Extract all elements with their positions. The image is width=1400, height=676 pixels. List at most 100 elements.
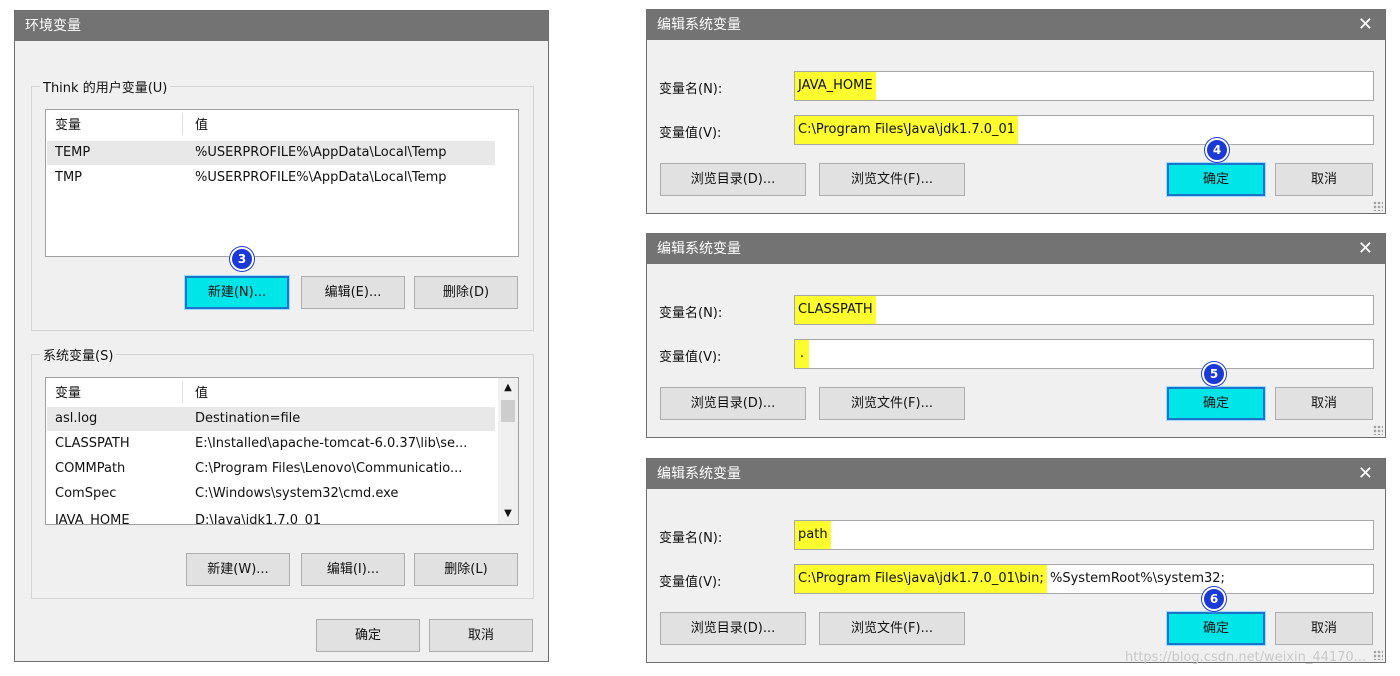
table-row[interactable]: TMP %USERPROFILE%\AppData\Local\Temp — [47, 166, 495, 190]
variable-value: C:\Windows\system32\cmd.exe — [195, 486, 399, 501]
column-divider — [182, 113, 183, 135]
variable-value-rest: %SystemRoot%\system32; — [1050, 571, 1225, 586]
variable-name-label: 变量名(N): — [659, 82, 723, 97]
variable-name: COMMPath — [55, 461, 126, 476]
vertical-scrollbar[interactable]: ▲ ▼ — [498, 378, 518, 524]
resize-grip[interactable] — [1373, 201, 1383, 211]
column-header-variable[interactable]: 变量 — [55, 382, 81, 406]
cancel-button[interactable]: 取消 — [1275, 612, 1373, 645]
user-new-button[interactable]: 新建(N)... — [185, 276, 289, 309]
variable-name-value: CLASSPATH — [795, 296, 876, 324]
system-edit-button[interactable]: 编辑(I)... — [301, 553, 405, 586]
system-vars-group-title: 系统变量(S) — [40, 345, 117, 364]
system-vars-group: 系统变量(S) 变量 值 asl.log Destination=file CL… — [31, 345, 534, 599]
variable-value-input[interactable]: . — [794, 339, 1374, 369]
variable-name: JAVA_HOME — [55, 513, 130, 525]
user-vars-list[interactable]: 变量 值 TEMP %USERPROFILE%\AppData\Local\Te… — [45, 109, 519, 257]
browse-file-button[interactable]: 浏览文件(F)... — [819, 387, 965, 420]
edit-system-variable-dialog: 编辑系统变量 ✕ 变量名(N): JAVA_HOME 变量值(V): C:\Pr… — [646, 9, 1386, 214]
browse-file-button[interactable]: 浏览文件(F)... — [819, 163, 965, 196]
browse-directory-button[interactable]: 浏览目录(D)... — [660, 163, 806, 196]
user-vars-group-title: Think 的用户变量(U) — [40, 77, 171, 96]
variable-value-highlight: C:\Program Files\Java\jdk1.7.0_01 — [795, 116, 1019, 144]
table-row[interactable]: JAVA_HOME D:\Java\jdk1.7.0_01 — [47, 509, 495, 525]
variable-value-label: 变量值(V): — [659, 350, 722, 365]
variable-name-input[interactable]: JAVA_HOME — [794, 71, 1374, 101]
variable-name: TEMP — [55, 145, 91, 160]
user-delete-button[interactable]: 删除(D) — [414, 276, 518, 309]
step-badge-3: 3 — [230, 247, 254, 271]
edit-dialog-title: 编辑系统变量 — [657, 17, 741, 33]
ok-button[interactable]: 确定 — [316, 619, 420, 652]
variable-name-input[interactable]: path — [794, 520, 1374, 550]
env-vars-titlebar: 环境变量 — [15, 11, 548, 41]
variable-name-label: 变量名(N): — [659, 531, 723, 546]
edit-dialog-title: 编辑系统变量 — [657, 466, 741, 482]
browse-directory-button[interactable]: 浏览目录(D)... — [660, 387, 806, 420]
column-header-variable[interactable]: 变量 — [55, 114, 81, 138]
env-vars-dialog: 环境变量 Think 的用户变量(U) 变量 值 TEMP %USERPROFI… — [14, 10, 549, 662]
cancel-button[interactable]: 取消 — [1275, 163, 1373, 196]
cancel-button[interactable]: 取消 — [1275, 387, 1373, 420]
variable-value: %USERPROFILE%\AppData\Local\Temp — [195, 170, 447, 185]
watermark: https://blog.csdn.net/weixin_44170... — [1125, 650, 1367, 665]
variable-value: C:\Program Files\Lenovo\Communicatio... — [195, 461, 463, 476]
edit-dialog-titlebar: 编辑系统变量 ✕ — [647, 234, 1385, 264]
variable-name-input[interactable]: CLASSPATH — [794, 295, 1374, 325]
system-vars-header[interactable]: 变量 值 — [47, 382, 497, 406]
variable-value: Destination=file — [195, 411, 301, 426]
cancel-button[interactable]: 取消 — [429, 619, 533, 652]
scroll-up-icon[interactable]: ▲ — [498, 380, 518, 396]
table-row[interactable]: ComSpec C:\Windows\system32\cmd.exe — [47, 482, 495, 506]
table-row[interactable]: asl.log Destination=file — [47, 407, 495, 431]
variable-value-highlight: C:\Program Files\java\jdk1.7.0_01\bin; — [795, 565, 1047, 593]
user-vars-group: Think 的用户变量(U) 变量 值 TEMP %USERPROFILE%\A… — [31, 77, 534, 331]
variable-value-label: 变量值(V): — [659, 126, 722, 141]
variable-value-highlight: . — [795, 340, 809, 368]
column-divider — [182, 381, 183, 403]
variable-value-input[interactable]: C:\Program Files\Java\jdk1.7.0_01 — [794, 115, 1374, 145]
env-vars-title: 环境变量 — [25, 18, 81, 34]
edit-system-variable-dialog: 编辑系统变量 ✕ 变量名(N): CLASSPATH 变量值(V): . 浏览目… — [646, 233, 1386, 438]
variable-name: asl.log — [55, 411, 98, 426]
scroll-thumb[interactable] — [501, 400, 515, 422]
scroll-down-icon[interactable]: ▼ — [498, 506, 518, 522]
step-badge-4: 4 — [1205, 138, 1229, 162]
system-new-button[interactable]: 新建(W)... — [186, 553, 290, 586]
ok-button[interactable]: 确定 — [1167, 612, 1265, 645]
variable-value-label: 变量值(V): — [659, 575, 722, 590]
variable-name-value: JAVA_HOME — [795, 72, 876, 100]
step-badge-6: 6 — [1202, 587, 1226, 611]
browse-file-button[interactable]: 浏览文件(F)... — [819, 612, 965, 645]
table-row[interactable]: TEMP %USERPROFILE%\AppData\Local\Temp — [47, 141, 495, 165]
ok-button[interactable]: 确定 — [1167, 163, 1265, 196]
edit-dialog-titlebar: 编辑系统变量 ✕ — [647, 459, 1385, 489]
user-vars-header[interactable]: 变量 值 — [47, 114, 517, 138]
edit-dialog-title: 编辑系统变量 — [657, 241, 741, 257]
step-badge-5: 5 — [1202, 362, 1226, 386]
close-icon[interactable]: ✕ — [1358, 234, 1373, 264]
system-delete-button[interactable]: 删除(L) — [414, 553, 518, 586]
variable-name: ComSpec — [55, 486, 117, 501]
user-edit-button[interactable]: 编辑(E)... — [301, 276, 405, 309]
close-icon[interactable]: ✕ — [1358, 459, 1373, 489]
close-icon[interactable]: ✕ — [1358, 10, 1373, 40]
edit-dialog-titlebar: 编辑系统变量 ✕ — [647, 10, 1385, 40]
resize-grip[interactable] — [1373, 425, 1383, 435]
column-header-value[interactable]: 值 — [195, 114, 208, 138]
table-row[interactable]: CLASSPATH E:\Installed\apache-tomcat-6.0… — [47, 432, 495, 456]
resize-grip[interactable] — [1373, 650, 1383, 660]
variable-name-label: 变量名(N): — [659, 306, 723, 321]
variable-value: %USERPROFILE%\AppData\Local\Temp — [195, 145, 447, 160]
variable-value: D:\Java\jdk1.7.0_01 — [195, 513, 322, 525]
variable-value: E:\Installed\apache-tomcat-6.0.37\lib\se… — [195, 436, 468, 451]
column-header-value[interactable]: 值 — [195, 382, 208, 406]
system-vars-list[interactable]: 变量 值 asl.log Destination=file CLASSPATH … — [45, 377, 519, 525]
edit-system-variable-dialog: 编辑系统变量 ✕ 变量名(N): path 变量值(V): C:\Program… — [646, 458, 1386, 663]
variable-value-input[interactable]: C:\Program Files\java\jdk1.7.0_01\bin; %… — [794, 564, 1374, 594]
variable-name: TMP — [55, 170, 82, 185]
variable-name-value: path — [795, 521, 831, 549]
ok-button[interactable]: 确定 — [1167, 387, 1265, 420]
browse-directory-button[interactable]: 浏览目录(D)... — [660, 612, 806, 645]
table-row[interactable]: COMMPath C:\Program Files\Lenovo\Communi… — [47, 457, 495, 481]
